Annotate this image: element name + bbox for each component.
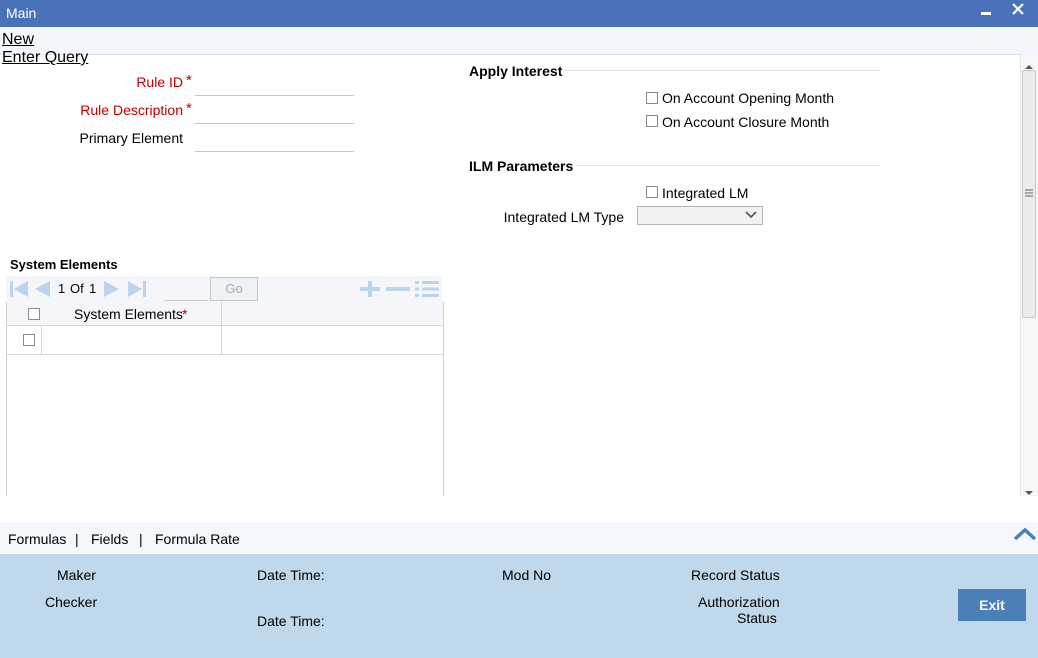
new-link[interactable]: New <box>2 31 34 49</box>
integrated-lm-type-select[interactable] <box>637 206 763 225</box>
record-status-label: Record Status <box>691 567 780 583</box>
mod-no-label: Mod No <box>502 567 552 583</box>
close-icon[interactable] <box>1011 2 1025 21</box>
audit-footer: Maker Checker Date Time: Date Time: Mod … <box>0 554 1038 658</box>
list-view-icon[interactable] <box>414 279 440 302</box>
pager-total: 1 <box>89 281 97 296</box>
ilm-parameters-title: ILM Parameters <box>469 158 574 174</box>
maker-date-time-label: Date Time: <box>257 567 325 583</box>
window-title-bar: Main <box>0 0 1038 27</box>
on-account-closure-month-checkbox[interactable] <box>646 115 658 127</box>
on-account-opening-month-checkbox[interactable] <box>646 92 658 104</box>
previous-page-icon[interactable] <box>32 279 52 302</box>
row-select-checkbox[interactable] <box>23 334 35 346</box>
authorization-label: Authorization <box>698 594 780 610</box>
column-divider <box>221 302 222 355</box>
required-marker: * <box>186 72 192 89</box>
tab-separator: | <box>139 531 143 547</box>
tab-fields[interactable]: Fields <box>91 531 128 547</box>
required-marker: * <box>186 100 192 117</box>
grid-header-row: System Elements * <box>7 302 443 326</box>
authorization-status-label: Status <box>737 610 777 626</box>
tab-separator: | <box>75 531 79 547</box>
system-elements-grid: System Elements * <box>6 302 444 496</box>
select-all-checkbox[interactable] <box>28 308 40 320</box>
scrollbar-thumb[interactable] <box>1022 70 1036 318</box>
rule-id-input[interactable] <box>195 73 354 96</box>
column-divider <box>41 326 42 355</box>
checker-label: Checker <box>45 594 98 610</box>
grid-toolbar: 1 Of 1 Go <box>6 276 442 302</box>
integrated-lm-label: Integrated LM <box>662 185 749 201</box>
last-page-icon[interactable] <box>126 279 148 302</box>
apply-interest-title: Apply Interest <box>469 63 563 79</box>
window-title: Main <box>6 5 37 21</box>
go-button[interactable]: Go <box>210 277 258 301</box>
scroll-down-icon[interactable] <box>1024 484 1034 500</box>
tab-formulas[interactable]: Formulas <box>8 531 66 547</box>
collapse-up-icon[interactable] <box>1013 526 1037 545</box>
maker-label: Maker <box>57 567 96 583</box>
page-number-input[interactable] <box>164 279 208 301</box>
on-account-closure-month-label: On Account Closure Month <box>662 114 830 130</box>
pager-current: 1 <box>58 281 66 296</box>
rule-description-input[interactable] <box>195 101 354 124</box>
on-account-opening-month-label: On Account Opening Month <box>662 90 834 106</box>
system-elements-title: System Elements <box>10 257 118 272</box>
section-divider <box>562 70 880 71</box>
minimize-icon[interactable] <box>980 1 992 26</box>
menu-strip <box>0 27 1038 55</box>
primary-element-input[interactable] <box>195 129 354 152</box>
rule-description-label: Rule Description <box>80 102 183 118</box>
integrated-lm-type-label: Integrated LM Type <box>503 209 624 225</box>
chevron-down-icon <box>744 208 758 222</box>
vertical-scrollbar[interactable] <box>1020 54 1038 496</box>
delete-row-icon[interactable] <box>384 279 412 302</box>
integrated-lm-checkbox[interactable] <box>646 186 658 198</box>
pager-of-label: Of <box>70 281 84 296</box>
add-row-icon[interactable] <box>358 279 382 302</box>
enter-query-link[interactable]: Enter Query <box>2 49 88 67</box>
system-elements-column-header: System Elements <box>74 306 183 322</box>
exit-button[interactable]: Exit <box>958 589 1026 621</box>
bottom-tabs-bar: Formulas | Fields | Formula Rate <box>0 522 1038 554</box>
primary-element-label: Primary Element <box>79 130 183 146</box>
section-divider <box>576 165 880 166</box>
table-row[interactable] <box>7 326 443 355</box>
rule-id-label: Rule ID <box>136 74 183 90</box>
system-element-cell-input[interactable] <box>43 328 223 352</box>
checker-date-time-label: Date Time: <box>257 613 325 629</box>
tab-formula-rate[interactable]: Formula Rate <box>155 531 240 547</box>
required-marker: * <box>182 306 188 322</box>
first-page-icon[interactable] <box>8 279 30 302</box>
next-page-icon[interactable] <box>102 279 122 302</box>
